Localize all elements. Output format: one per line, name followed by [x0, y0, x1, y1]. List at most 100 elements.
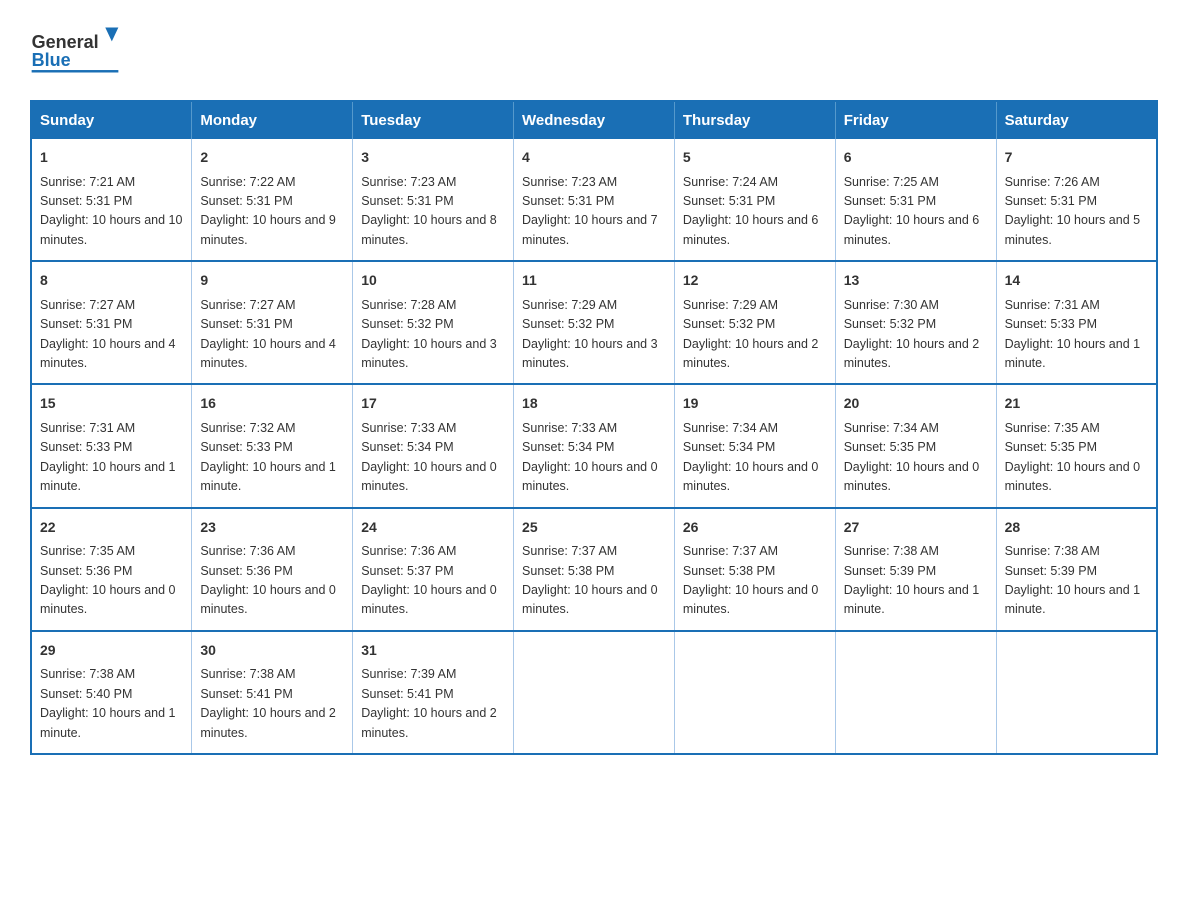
sunrise-label: Sunrise: 7:36 AM — [361, 544, 456, 558]
svg-text:General: General — [32, 32, 99, 52]
sunrise-label: Sunrise: 7:30 AM — [844, 298, 939, 312]
calendar-cell: 18 Sunrise: 7:33 AM Sunset: 5:34 PM Dayl… — [514, 384, 675, 507]
sunrise-label: Sunrise: 7:29 AM — [683, 298, 778, 312]
sunset-label: Sunset: 5:31 PM — [522, 194, 614, 208]
daylight-label: Daylight: 10 hours and 10 minutes. — [40, 213, 182, 246]
sunset-label: Sunset: 5:34 PM — [522, 440, 614, 454]
sunrise-label: Sunrise: 7:25 AM — [844, 175, 939, 189]
day-of-week-monday: Monday — [192, 101, 353, 139]
day-number: 31 — [361, 640, 505, 662]
sunrise-label: Sunrise: 7:27 AM — [40, 298, 135, 312]
svg-text:Blue: Blue — [32, 50, 71, 70]
calendar-cell: 11 Sunrise: 7:29 AM Sunset: 5:32 PM Dayl… — [514, 261, 675, 384]
sunset-label: Sunset: 5:36 PM — [200, 564, 292, 578]
calendar-cell: 31 Sunrise: 7:39 AM Sunset: 5:41 PM Dayl… — [353, 631, 514, 754]
daylight-label: Daylight: 10 hours and 2 minutes. — [200, 706, 336, 739]
sunrise-label: Sunrise: 7:38 AM — [200, 667, 295, 681]
day-number: 16 — [200, 393, 344, 415]
sunrise-label: Sunrise: 7:32 AM — [200, 421, 295, 435]
day-of-week-tuesday: Tuesday — [353, 101, 514, 139]
daylight-label: Daylight: 10 hours and 6 minutes. — [844, 213, 980, 246]
daylight-label: Daylight: 10 hours and 1 minute. — [844, 583, 980, 616]
sunset-label: Sunset: 5:32 PM — [522, 317, 614, 331]
daylight-label: Daylight: 10 hours and 1 minute. — [40, 706, 176, 739]
calendar-cell: 25 Sunrise: 7:37 AM Sunset: 5:38 PM Dayl… — [514, 508, 675, 631]
calendar-week-row: 22 Sunrise: 7:35 AM Sunset: 5:36 PM Dayl… — [31, 508, 1157, 631]
day-number: 15 — [40, 393, 183, 415]
sunset-label: Sunset: 5:41 PM — [361, 687, 453, 701]
calendar-cell: 27 Sunrise: 7:38 AM Sunset: 5:39 PM Dayl… — [835, 508, 996, 631]
daylight-label: Daylight: 10 hours and 5 minutes. — [1005, 213, 1141, 246]
calendar-cell: 21 Sunrise: 7:35 AM Sunset: 5:35 PM Dayl… — [996, 384, 1157, 507]
sunset-label: Sunset: 5:31 PM — [683, 194, 775, 208]
day-number: 13 — [844, 270, 988, 292]
calendar-cell: 30 Sunrise: 7:38 AM Sunset: 5:41 PM Dayl… — [192, 631, 353, 754]
sunset-label: Sunset: 5:35 PM — [844, 440, 936, 454]
sunset-label: Sunset: 5:31 PM — [1005, 194, 1097, 208]
daylight-label: Daylight: 10 hours and 0 minutes. — [683, 583, 819, 616]
daylight-label: Daylight: 10 hours and 3 minutes. — [522, 337, 658, 370]
day-of-week-wednesday: Wednesday — [514, 101, 675, 139]
calendar-cell: 2 Sunrise: 7:22 AM Sunset: 5:31 PM Dayli… — [192, 139, 353, 261]
day-number: 18 — [522, 393, 666, 415]
sunrise-label: Sunrise: 7:35 AM — [1005, 421, 1100, 435]
sunrise-label: Sunrise: 7:34 AM — [683, 421, 778, 435]
calendar-cell: 10 Sunrise: 7:28 AM Sunset: 5:32 PM Dayl… — [353, 261, 514, 384]
daylight-label: Daylight: 10 hours and 4 minutes. — [40, 337, 176, 370]
daylight-label: Daylight: 10 hours and 0 minutes. — [844, 460, 980, 493]
sunset-label: Sunset: 5:34 PM — [361, 440, 453, 454]
day-number: 23 — [200, 517, 344, 539]
daylight-label: Daylight: 10 hours and 0 minutes. — [200, 583, 336, 616]
page-header: General Blue — [30, 20, 1158, 80]
day-number: 10 — [361, 270, 505, 292]
sunset-label: Sunset: 5:31 PM — [40, 317, 132, 331]
day-number: 1 — [40, 147, 183, 169]
sunset-label: Sunset: 5:33 PM — [40, 440, 132, 454]
sunrise-label: Sunrise: 7:31 AM — [40, 421, 135, 435]
calendar-cell: 7 Sunrise: 7:26 AM Sunset: 5:31 PM Dayli… — [996, 139, 1157, 261]
daylight-label: Daylight: 10 hours and 0 minutes. — [522, 583, 658, 616]
sunrise-label: Sunrise: 7:34 AM — [844, 421, 939, 435]
sunrise-label: Sunrise: 7:33 AM — [522, 421, 617, 435]
sunset-label: Sunset: 5:34 PM — [683, 440, 775, 454]
daylight-label: Daylight: 10 hours and 0 minutes. — [361, 460, 497, 493]
sunrise-label: Sunrise: 7:23 AM — [522, 175, 617, 189]
calendar-cell: 9 Sunrise: 7:27 AM Sunset: 5:31 PM Dayli… — [192, 261, 353, 384]
sunset-label: Sunset: 5:32 PM — [844, 317, 936, 331]
sunset-label: Sunset: 5:36 PM — [40, 564, 132, 578]
sunrise-label: Sunrise: 7:31 AM — [1005, 298, 1100, 312]
day-of-week-friday: Friday — [835, 101, 996, 139]
day-number: 2 — [200, 147, 344, 169]
daylight-label: Daylight: 10 hours and 0 minutes. — [683, 460, 819, 493]
sunrise-label: Sunrise: 7:38 AM — [844, 544, 939, 558]
calendar-week-row: 15 Sunrise: 7:31 AM Sunset: 5:33 PM Dayl… — [31, 384, 1157, 507]
daylight-label: Daylight: 10 hours and 0 minutes. — [522, 460, 658, 493]
sunrise-label: Sunrise: 7:33 AM — [361, 421, 456, 435]
calendar-cell: 5 Sunrise: 7:24 AM Sunset: 5:31 PM Dayli… — [674, 139, 835, 261]
day-number: 8 — [40, 270, 183, 292]
logo: General Blue — [30, 20, 120, 80]
day-number: 30 — [200, 640, 344, 662]
day-number: 4 — [522, 147, 666, 169]
calendar-cell: 19 Sunrise: 7:34 AM Sunset: 5:34 PM Dayl… — [674, 384, 835, 507]
calendar-cell: 17 Sunrise: 7:33 AM Sunset: 5:34 PM Dayl… — [353, 384, 514, 507]
day-number: 6 — [844, 147, 988, 169]
sunrise-label: Sunrise: 7:21 AM — [40, 175, 135, 189]
sunrise-label: Sunrise: 7:22 AM — [200, 175, 295, 189]
daylight-label: Daylight: 10 hours and 2 minutes. — [683, 337, 819, 370]
day-number: 11 — [522, 270, 666, 292]
calendar-cell: 13 Sunrise: 7:30 AM Sunset: 5:32 PM Dayl… — [835, 261, 996, 384]
daylight-label: Daylight: 10 hours and 3 minutes. — [361, 337, 497, 370]
sunset-label: Sunset: 5:40 PM — [40, 687, 132, 701]
daylight-label: Daylight: 10 hours and 8 minutes. — [361, 213, 497, 246]
calendar-cell — [996, 631, 1157, 754]
sunset-label: Sunset: 5:33 PM — [200, 440, 292, 454]
sunrise-label: Sunrise: 7:24 AM — [683, 175, 778, 189]
sunset-label: Sunset: 5:31 PM — [361, 194, 453, 208]
calendar-cell: 26 Sunrise: 7:37 AM Sunset: 5:38 PM Dayl… — [674, 508, 835, 631]
day-number: 17 — [361, 393, 505, 415]
sunrise-label: Sunrise: 7:28 AM — [361, 298, 456, 312]
day-number: 21 — [1005, 393, 1148, 415]
calendar-table: SundayMondayTuesdayWednesdayThursdayFrid… — [30, 100, 1158, 755]
sunset-label: Sunset: 5:31 PM — [200, 194, 292, 208]
